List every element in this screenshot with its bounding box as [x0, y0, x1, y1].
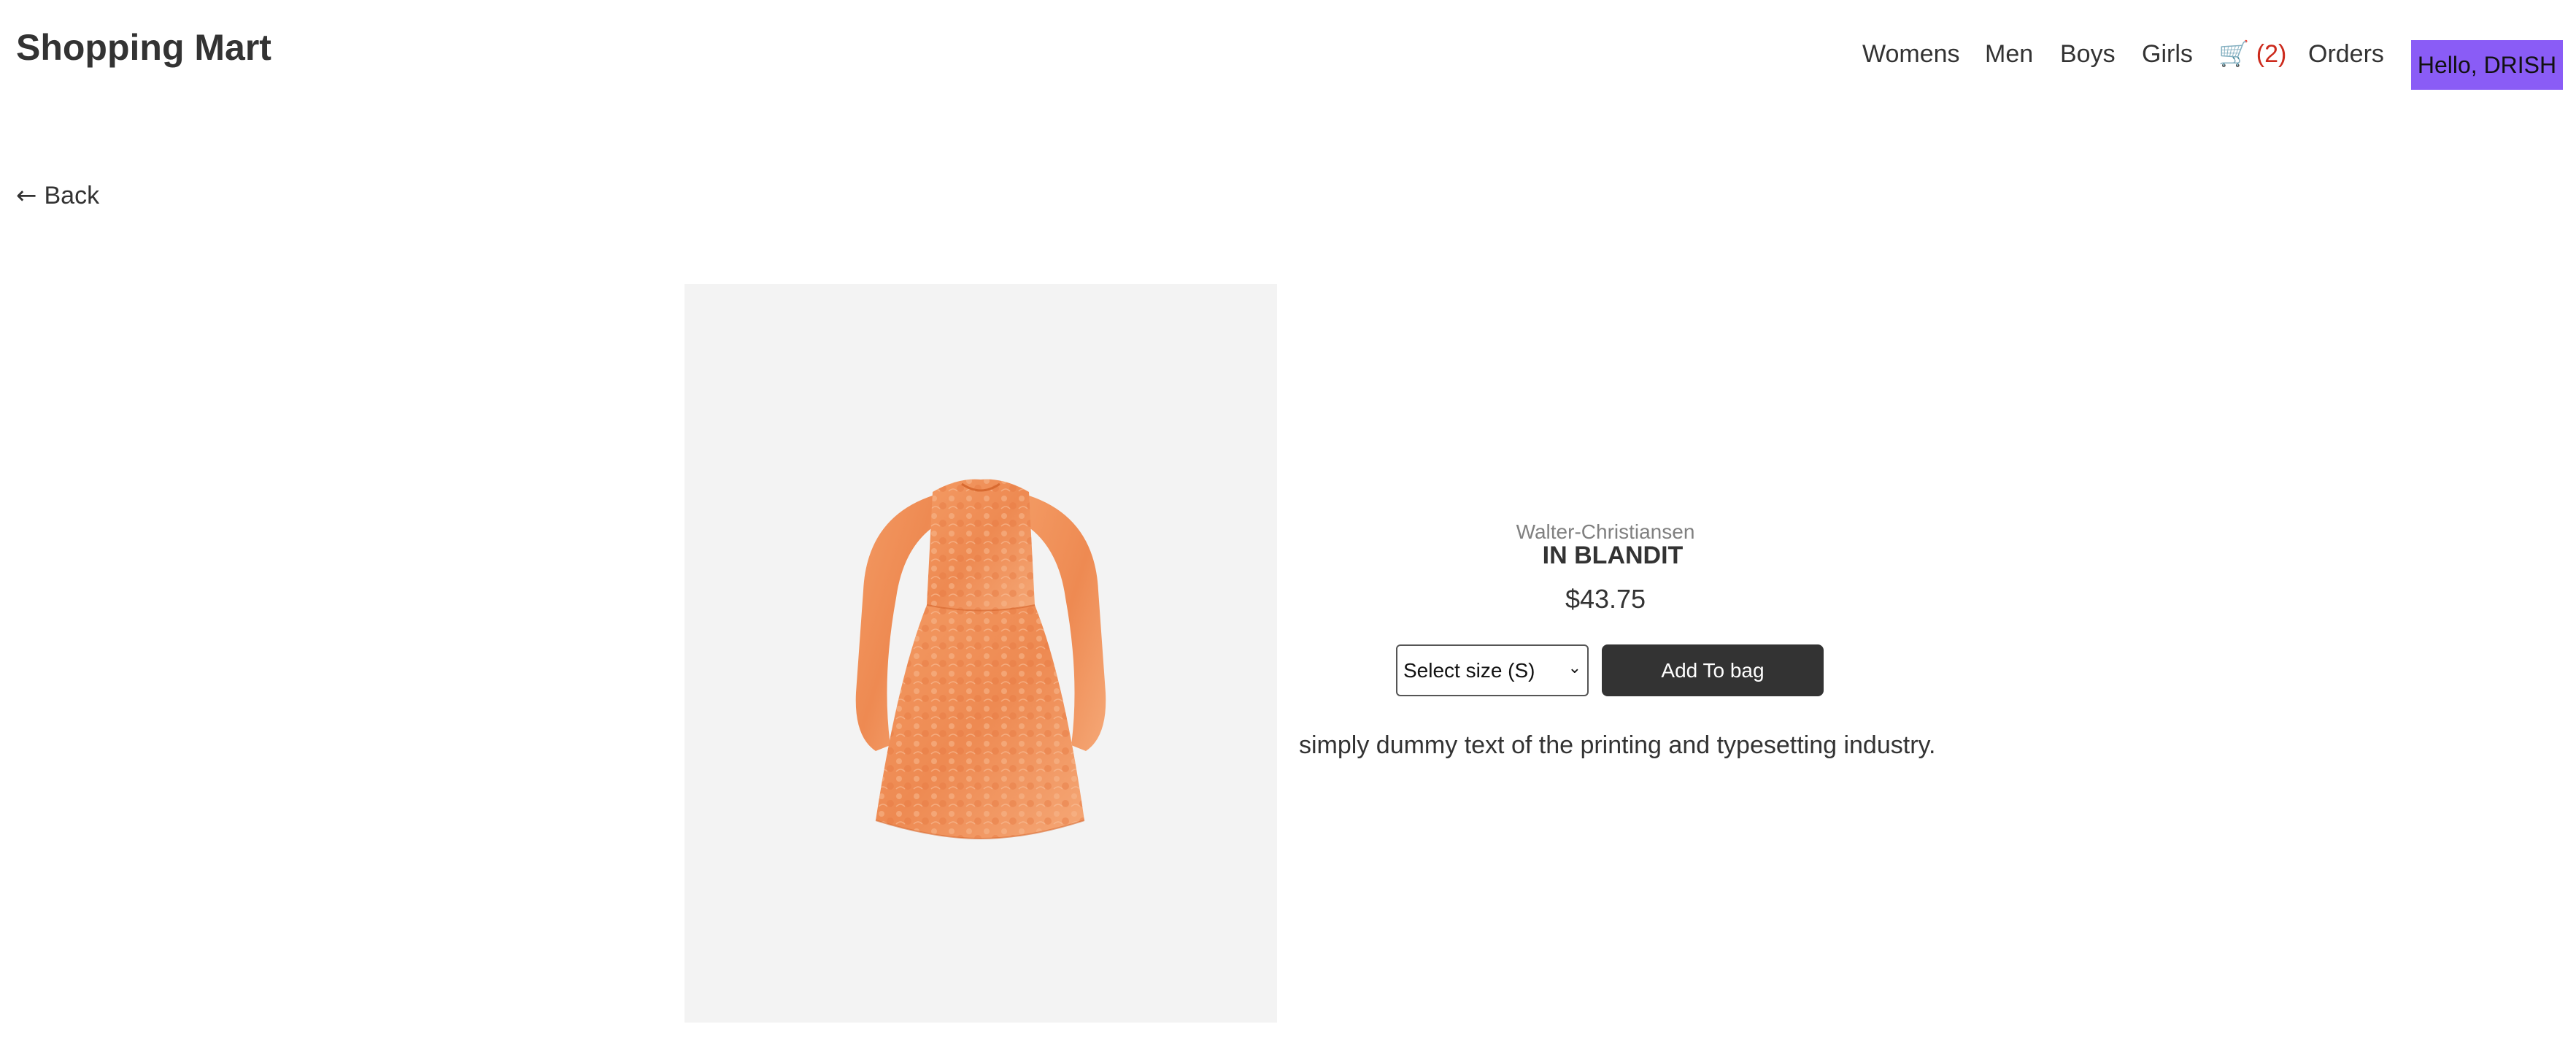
size-select[interactable]: Select size (S) ⌄	[1396, 644, 1589, 696]
back-link[interactable]: ← Back	[16, 181, 99, 210]
product-image	[685, 284, 1277, 1023]
nav-womens[interactable]: Womens	[1862, 42, 1960, 66]
nav-boys[interactable]: Boys	[2060, 42, 2116, 66]
nav-girls[interactable]: Girls	[2142, 42, 2193, 66]
user-greeting-button[interactable]: Hello, DRISH	[2411, 40, 2563, 90]
product-price: $43.75	[1565, 584, 1646, 614]
back-label: Back	[44, 181, 100, 209]
add-to-bag-button[interactable]: Add To bag	[1602, 644, 1824, 696]
nav-orders[interactable]: Orders	[2308, 42, 2384, 66]
header: Shopping Mart Womens Men Boys Girls 🛒 (2…	[0, 0, 2576, 102]
orange-dress-image	[855, 479, 1106, 840]
nav-men[interactable]: Men	[1985, 42, 2033, 66]
product-description: simply dummy text of the printing and ty…	[1299, 731, 1936, 759]
cart-count: (2)	[2256, 40, 2287, 68]
size-select-value: Select size (S)	[1403, 658, 1535, 682]
chevron-down-icon: ⌄	[1567, 659, 1581, 677]
product-vendor: Walter-Christiansen	[1516, 520, 1695, 543]
product-name: IN BLANDIT	[1542, 542, 1684, 569]
cart-icon: 🛒	[2218, 39, 2250, 69]
brand-logo[interactable]: Shopping Mart	[16, 29, 271, 66]
back-arrow-icon: ←	[16, 181, 37, 210]
nav-cart[interactable]: 🛒 (2)	[2218, 42, 2286, 66]
